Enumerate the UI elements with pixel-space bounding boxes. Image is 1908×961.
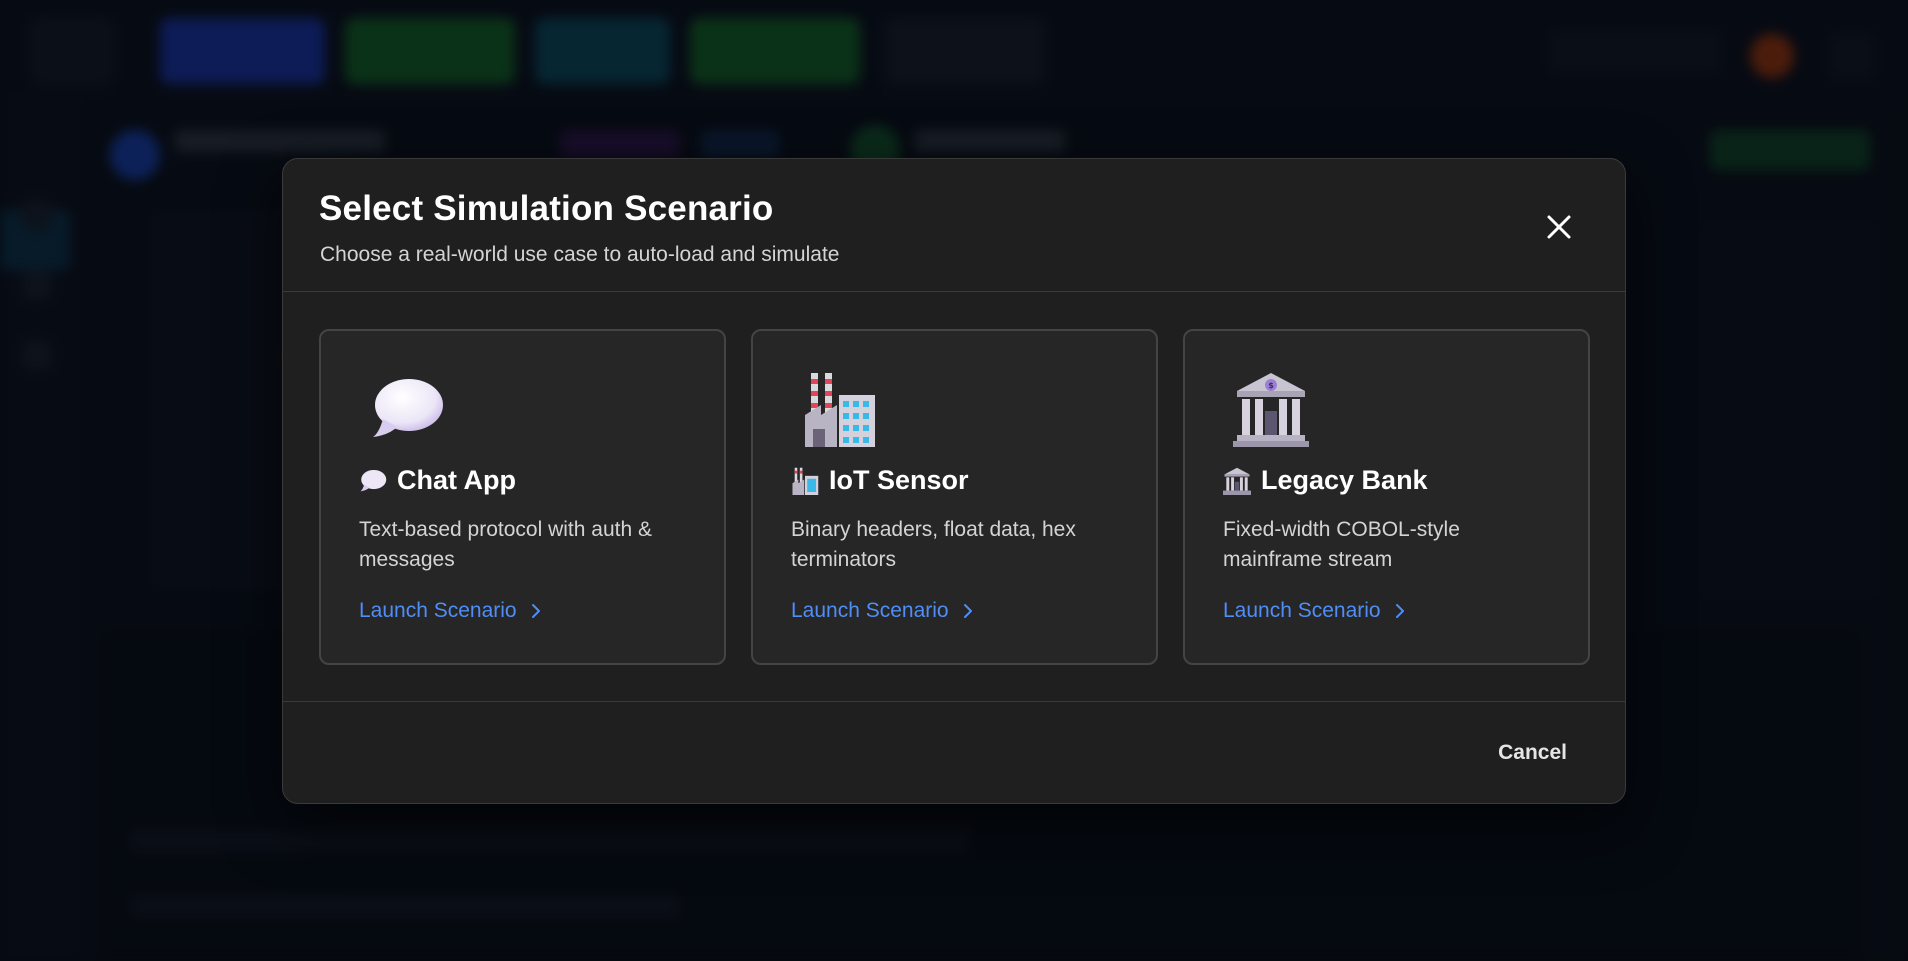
launch-scenario-link[interactable]: Launch Scenario: [359, 599, 545, 623]
card-title: IoT Sensor: [829, 465, 969, 495]
scenario-card-chat-app[interactable]: Chat App Text-based protocol with auth &…: [319, 329, 726, 665]
card-title: Legacy Bank: [1261, 465, 1428, 495]
card-description: Fixed-width COBOL-style mainframe stream: [1223, 518, 1460, 571]
svg-text:$: $: [1268, 381, 1274, 390]
chevron-right-icon: [963, 604, 972, 618]
factory-icon: [792, 467, 819, 495]
speech-bubble-icon: [373, 379, 443, 437]
modal-footer: Cancel: [283, 701, 1625, 803]
bank-icon: [1223, 467, 1251, 495]
card-title-row: Legacy Bank: [1223, 465, 1428, 496]
speech-bubble-icon: [360, 469, 387, 491]
card-description: Binary headers, float data, hex terminat…: [791, 518, 1076, 571]
factory-icon: [805, 373, 875, 447]
launch-scenario-label: Launch Scenario: [791, 599, 949, 622]
scenario-card-iot-sensor[interactable]: IoT Sensor Binary headers, float data, h…: [751, 329, 1158, 665]
card-title-row: Chat App: [359, 465, 516, 496]
launch-scenario-label: Launch Scenario: [1223, 599, 1381, 622]
scenario-cards: Chat App Text-based protocol with auth &…: [319, 329, 1593, 665]
launch-scenario-label: Launch Scenario: [359, 599, 517, 622]
scenario-modal: Select Simulation Scenario Choose a real…: [282, 158, 1626, 804]
modal-subtitle: Choose a real-world use case to auto-loa…: [320, 243, 840, 266]
bank-icon: $: [1233, 373, 1309, 447]
launch-scenario-link[interactable]: Launch Scenario: [1223, 599, 1409, 623]
card-title-row: IoT Sensor: [791, 465, 969, 496]
modal-header: Select Simulation Scenario Choose a real…: [283, 159, 1625, 292]
close-icon: [1547, 215, 1571, 239]
launch-scenario-link[interactable]: Launch Scenario: [791, 599, 977, 623]
cancel-button[interactable]: Cancel: [1498, 741, 1567, 765]
chevron-right-icon: [1395, 604, 1404, 618]
close-button[interactable]: [1541, 209, 1577, 245]
card-description: Text-based protocol with auth & messages: [359, 518, 652, 571]
scenario-card-legacy-bank[interactable]: $ Legacy Bank Fixed-width COBOL-style ma…: [1183, 329, 1590, 665]
card-title: Chat App: [397, 465, 516, 495]
chevron-right-icon: [531, 604, 540, 618]
modal-title: Select Simulation Scenario: [319, 189, 774, 228]
